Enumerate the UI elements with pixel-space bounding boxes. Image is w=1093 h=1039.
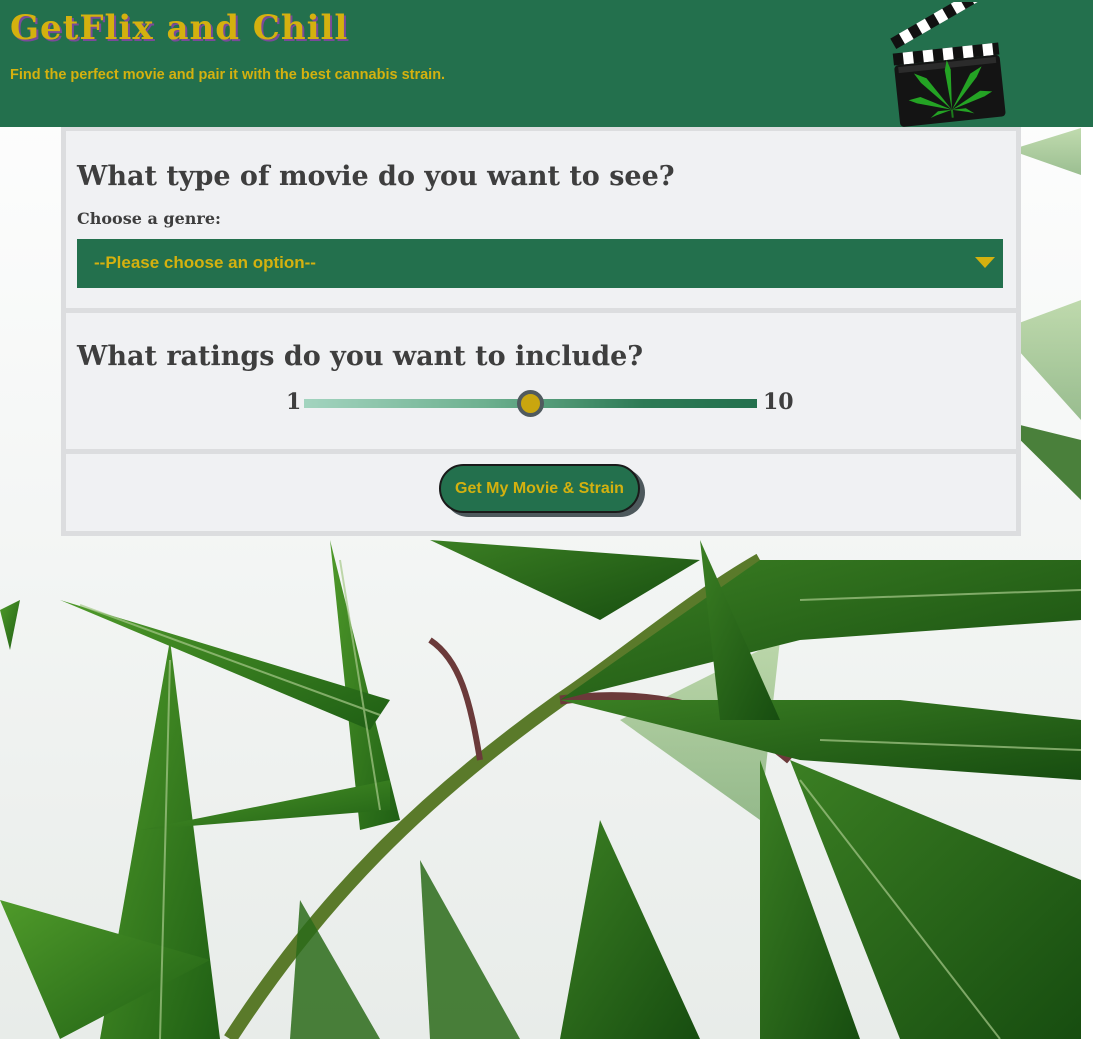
rating-min-label: 1: [286, 389, 302, 415]
rating-question-heading: What ratings do you want to include?: [77, 341, 644, 372]
rating-slider-thumb[interactable]: [517, 390, 544, 417]
genre-question-heading: What type of movie do you want to see?: [77, 161, 675, 192]
genre-select-value: --Please choose an option--: [94, 253, 316, 272]
clapperboard-cannabis-leaf-icon: [890, 2, 1006, 127]
submit-section: Get My Movie & Strain: [66, 454, 1016, 531]
site-title: GetFlix and Chill: [10, 8, 349, 48]
genre-section: What type of movie do you want to see? C…: [66, 131, 1016, 308]
site-tagline: Find the perfect movie and pair it with …: [10, 67, 446, 83]
rating-section: What ratings do you want to include? 1 1…: [66, 313, 1016, 449]
genre-select[interactable]: --Please choose an option--: [77, 239, 1003, 288]
movie-form-card: What type of movie do you want to see? C…: [61, 127, 1021, 536]
site-header: GetFlix and Chill Find the perfect movie…: [0, 0, 1093, 127]
rating-max-label: 10: [763, 389, 794, 415]
get-movie-and-strain-button[interactable]: Get My Movie & Strain: [439, 464, 640, 513]
genre-label: Choose a genre:: [77, 209, 221, 228]
triangle-down-icon: [975, 257, 995, 268]
